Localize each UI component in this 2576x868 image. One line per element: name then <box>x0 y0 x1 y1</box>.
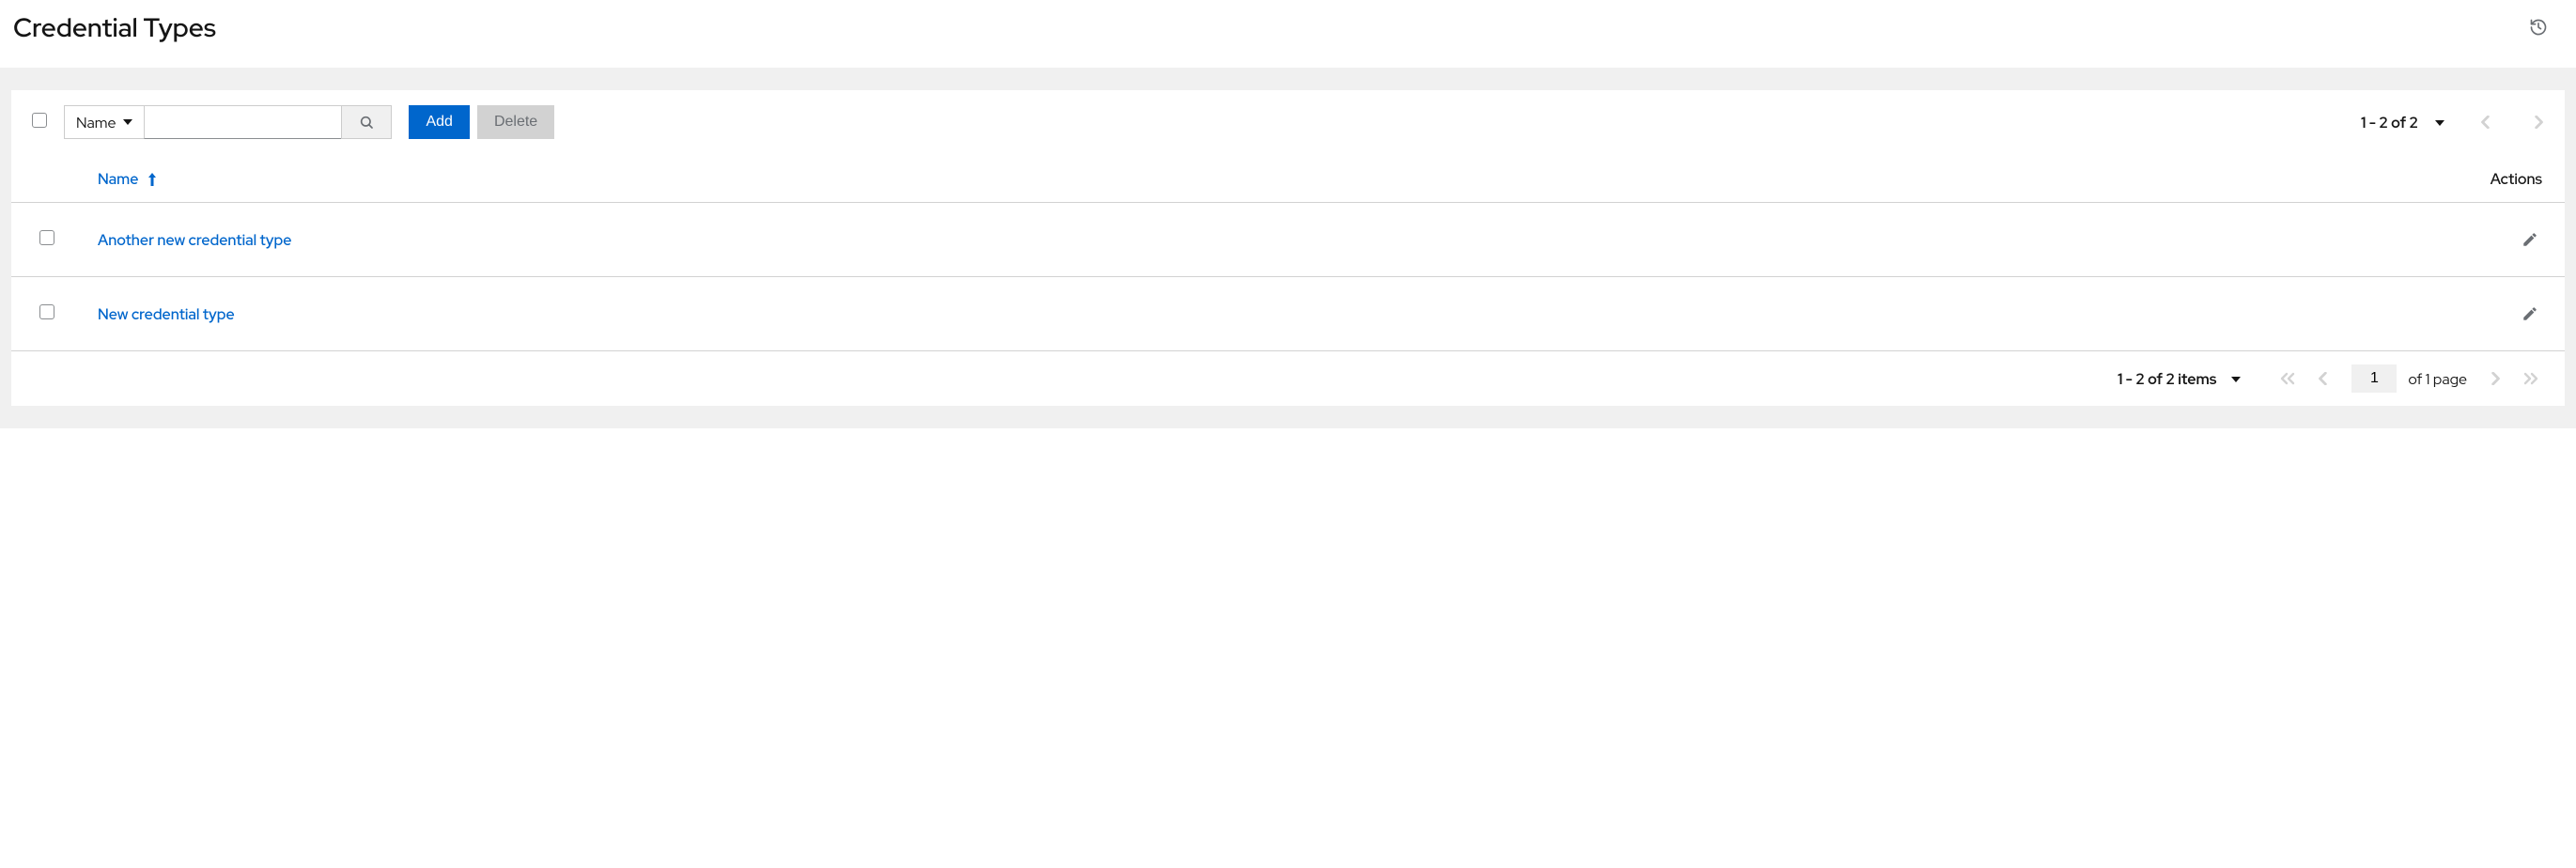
content-card: Name Add Delete 1 - 2 of 2 <box>11 90 2565 406</box>
caret-down-icon <box>2231 375 2241 384</box>
history-icon <box>2529 18 2548 37</box>
caret-down-icon <box>2435 118 2444 128</box>
top-pager-next[interactable] <box>2527 110 2550 134</box>
credential-type-link[interactable]: New credential type <box>98 304 235 324</box>
pager-prev[interactable] <box>2312 366 2335 391</box>
history-button[interactable] <box>2525 14 2552 40</box>
footer-toolbar: 1 - 2 of 2 items of 1 page <box>11 351 2565 406</box>
page-number-input[interactable] <box>2351 364 2397 393</box>
column-header-name[interactable]: Name <box>98 169 157 189</box>
filter-group: Name <box>64 105 392 139</box>
search-button[interactable] <box>341 105 392 139</box>
footer-items-text: 1 - 2 of 2 items <box>2118 369 2216 389</box>
column-header-actions: Actions <box>2491 169 2542 189</box>
toolbar: Name Add Delete 1 - 2 of 2 <box>11 90 2565 154</box>
column-header-name-label: Name <box>98 169 138 189</box>
chevron-left-icon <box>2480 116 2491 129</box>
pager-first[interactable] <box>2274 366 2301 391</box>
pencil-icon <box>2522 231 2538 248</box>
chevron-right-icon <box>2533 116 2544 129</box>
chevron-double-right-icon <box>2523 372 2538 385</box>
of-pages-text: of 1 page <box>2408 369 2467 389</box>
select-all-checkbox[interactable] <box>32 113 47 128</box>
sort-ascending-icon <box>147 173 157 186</box>
search-icon <box>359 115 374 130</box>
row-checkbox[interactable] <box>39 230 54 245</box>
chevron-left-icon <box>2318 372 2329 385</box>
credential-type-link[interactable]: Another new credential type <box>98 230 291 250</box>
add-button[interactable]: Add <box>409 105 469 139</box>
edit-button[interactable] <box>2518 227 2542 252</box>
search-input[interactable] <box>144 105 341 139</box>
pencil-icon <box>2522 305 2538 322</box>
top-pager-prev[interactable] <box>2475 110 2497 134</box>
filter-field-dropdown[interactable]: Name <box>64 105 144 139</box>
page-title: Credential Types <box>13 9 216 45</box>
table-row: New credential type <box>11 277 2565 351</box>
top-pager-dropdown[interactable] <box>2431 112 2448 133</box>
caret-down-icon <box>123 117 132 127</box>
chevron-right-icon <box>2490 372 2501 385</box>
pager-next[interactable] <box>2484 366 2506 391</box>
pager-last[interactable] <box>2518 366 2544 391</box>
table-row: Another new credential type <box>11 203 2565 277</box>
top-pager-text: 1 - 2 of 2 <box>2361 113 2418 132</box>
edit-button[interactable] <box>2518 302 2542 326</box>
delete-button[interactable]: Delete <box>477 105 554 139</box>
row-checkbox[interactable] <box>39 304 54 319</box>
chevron-double-left-icon <box>2280 372 2295 385</box>
footer-items-dropdown[interactable] <box>2227 368 2244 390</box>
table-header: Name Actions <box>11 154 2565 203</box>
filter-field-label: Name <box>76 113 116 132</box>
